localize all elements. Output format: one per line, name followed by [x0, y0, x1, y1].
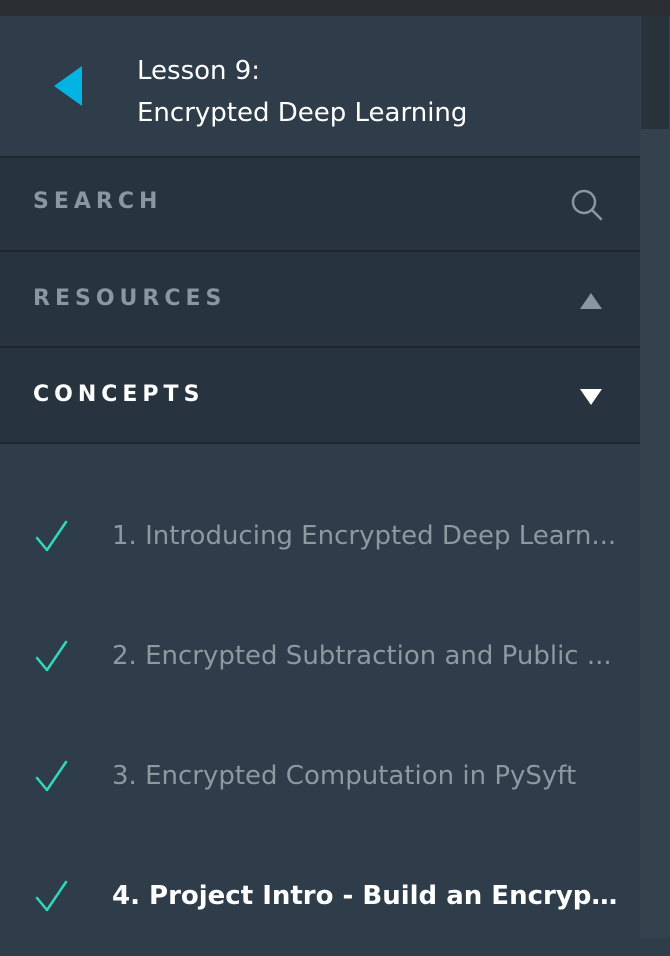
- checkmark-icon: [35, 880, 68, 912]
- lesson-name: Encrypted Deep Learning: [137, 98, 468, 128]
- concept-item-label: 2. Encrypted Subtraction and Public ...: [112, 641, 612, 671]
- search-icon: [571, 189, 603, 221]
- classroom-sidebar: Lesson 9: Encrypted Deep Learning SEARCH…: [0, 16, 640, 938]
- back-arrow-icon: [54, 66, 82, 106]
- concept-item-2[interactable]: 2. Encrypted Subtraction and Public ...: [0, 636, 640, 716]
- concept-item-3[interactable]: 3. Encrypted Computation in PySyft: [0, 756, 640, 836]
- checkmark-icon: [35, 640, 68, 672]
- concept-item-label: 3. Encrypted Computation in PySyft: [112, 761, 577, 791]
- scrollbar-track[interactable]: [640, 16, 670, 938]
- search-row[interactable]: SEARCH: [0, 156, 640, 251]
- concepts-row[interactable]: CONCEPTS: [0, 346, 640, 444]
- lesson-number: Lesson 9:: [137, 56, 261, 86]
- concept-item-label: 4. Project Intro - Build an Encrypted...: [112, 881, 622, 911]
- concept-item-4[interactable]: 4. Project Intro - Build an Encrypted...: [0, 876, 640, 956]
- back-button[interactable]: [50, 64, 90, 108]
- scrollbar-thumb[interactable]: [641, 16, 669, 129]
- resources-row[interactable]: RESOURCES: [0, 250, 640, 347]
- triangle-up-icon: [580, 293, 602, 309]
- checkmark-icon: [35, 760, 68, 792]
- search-label: SEARCH: [33, 189, 163, 214]
- concepts-label: CONCEPTS: [33, 382, 205, 407]
- resources-label: RESOURCES: [33, 286, 227, 311]
- checkmark-icon: [35, 520, 68, 552]
- concept-item-1[interactable]: 1. Introducing Encrypted Deep Learn...: [0, 516, 640, 596]
- lesson-title: Lesson 9: Encrypted Deep Learning: [137, 50, 467, 134]
- triangle-down-icon: [580, 389, 602, 405]
- lesson-header: Lesson 9: Encrypted Deep Learning: [0, 16, 640, 156]
- concept-item-label: 1. Introducing Encrypted Deep Learn...: [112, 521, 617, 551]
- window-top-bar: [0, 0, 670, 16]
